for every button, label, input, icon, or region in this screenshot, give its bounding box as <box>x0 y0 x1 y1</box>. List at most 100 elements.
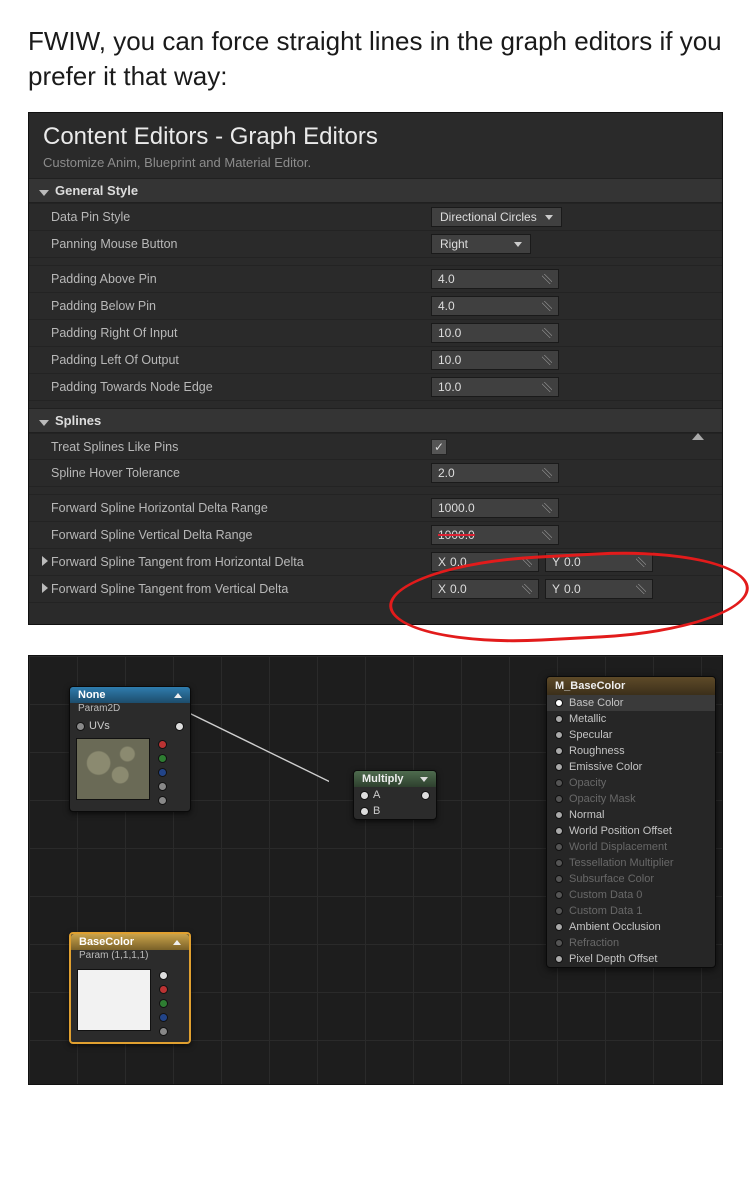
pin-icon[interactable] <box>555 891 563 899</box>
pin-label: Emissive Color <box>569 761 642 773</box>
output-pin-row[interactable]: Custom Data 0 <box>547 887 715 903</box>
pin-b-icon[interactable] <box>360 807 369 816</box>
spinner-value: 10.0 <box>438 353 461 367</box>
pin-rgba-icon[interactable] <box>158 796 167 805</box>
pin-a-icon[interactable] <box>159 1027 168 1036</box>
pin-icon[interactable] <box>555 699 563 707</box>
spinner-pad-left[interactable]: 10.0 <box>431 350 559 370</box>
spinner-hover-tol[interactable]: 2.0 <box>431 463 559 483</box>
label-fwd-v-range: Forward Spline Vertical Delta Range <box>51 528 431 542</box>
output-pin-row[interactable]: World Position Offset <box>547 823 715 839</box>
output-pin-row[interactable]: Metallic <box>547 711 715 727</box>
output-pin-row[interactable]: Emissive Color <box>547 759 715 775</box>
triangle-up-icon[interactable] <box>173 940 181 945</box>
spinner-fwd-tan-v-y[interactable]: Y0.0 <box>545 579 653 599</box>
spinner-fwd-v-range[interactable]: 1000.0 <box>431 525 559 545</box>
pin-a-icon[interactable] <box>158 782 167 791</box>
triangle-down-icon <box>39 413 49 428</box>
pin-label: Custom Data 1 <box>569 905 642 917</box>
output-pin-row[interactable]: Roughness <box>547 743 715 759</box>
material-graph[interactable]: None Param2D UVs <box>28 655 723 1085</box>
spinner-fwd-tan-h-y[interactable]: Y0.0 <box>545 552 653 572</box>
output-pin-row[interactable]: Pixel Depth Offset <box>547 951 715 967</box>
pin-icon[interactable] <box>555 827 563 835</box>
output-pin-row[interactable]: Subsurface Color <box>547 871 715 887</box>
pin-icon[interactable] <box>555 795 563 803</box>
spinner-fwd-h-range[interactable]: 1000.0 <box>431 498 559 518</box>
checkbox-treat-pins[interactable]: ✓ <box>431 439 447 455</box>
node-title: Multiply <box>362 773 404 785</box>
pin-a-icon[interactable] <box>360 791 369 800</box>
output-pin-row[interactable]: Tessellation Multiplier <box>547 855 715 871</box>
pin-icon[interactable] <box>555 907 563 915</box>
node-base-color-param[interactable]: BaseColor Param (1,1,1,1) <box>69 932 191 1044</box>
pin-b-icon[interactable] <box>159 1013 168 1022</box>
label-pad-edge: Padding Towards Node Edge <box>51 380 431 394</box>
pin-g-icon[interactable] <box>158 754 167 763</box>
pin-icon[interactable] <box>555 715 563 723</box>
node-material-output[interactable]: M_BaseColor Base ColorMetallicSpecularRo… <box>546 676 716 968</box>
spinner-value: 0.0 <box>450 582 467 596</box>
spinner-fwd-tan-h-x[interactable]: X0.0 <box>431 552 539 572</box>
spinner-fwd-tan-v-x[interactable]: X0.0 <box>431 579 539 599</box>
pin-out-icon[interactable] <box>175 722 184 731</box>
output-pin-row[interactable]: Custom Data 1 <box>547 903 715 919</box>
output-pin-row[interactable]: World Displacement <box>547 839 715 855</box>
pin-b-icon[interactable] <box>158 768 167 777</box>
triangle-down-icon[interactable] <box>420 777 428 782</box>
grip-icon <box>522 584 532 594</box>
pin-r-icon[interactable] <box>158 740 167 749</box>
pin-icon[interactable] <box>555 859 563 867</box>
pin-icon[interactable] <box>555 747 563 755</box>
pin-label: Pixel Depth Offset <box>569 953 657 965</box>
output-pin-row[interactable]: Normal <box>547 807 715 823</box>
pin-label: Metallic <box>569 713 606 725</box>
pin-out-icon[interactable] <box>159 971 168 980</box>
pin-r-icon[interactable] <box>159 985 168 994</box>
pin-icon[interactable] <box>555 731 563 739</box>
row-pad-right: Padding Right Of Input 10.0 <box>29 319 722 346</box>
pin-label: Refraction <box>569 937 619 949</box>
spinner-pad-below[interactable]: 4.0 <box>431 296 559 316</box>
pin-icon[interactable] <box>555 843 563 851</box>
spinner-pad-above[interactable]: 4.0 <box>431 269 559 289</box>
pin-icon[interactable] <box>555 923 563 931</box>
pin-icon[interactable] <box>555 779 563 787</box>
pin-out-icon[interactable] <box>421 791 430 800</box>
pin-icon[interactable] <box>555 763 563 771</box>
triangle-right-icon[interactable] <box>39 555 49 569</box>
node-texture-sample[interactable]: None Param2D UVs <box>69 686 191 812</box>
grip-icon <box>542 503 552 513</box>
node-subtitle: Param2D <box>70 703 190 718</box>
triangle-right-icon[interactable] <box>39 582 49 596</box>
pin-icon[interactable] <box>555 811 563 819</box>
pin-icon[interactable] <box>555 939 563 947</box>
output-pin-row[interactable]: Specular <box>547 727 715 743</box>
section-splines[interactable]: Splines <box>29 408 722 433</box>
output-pin-row[interactable]: Refraction <box>547 935 715 951</box>
row-pad-left: Padding Left Of Output 10.0 <box>29 346 722 373</box>
pin-icon[interactable] <box>555 875 563 883</box>
dropdown-data-pin-style[interactable]: Directional Circles <box>431 207 562 227</box>
row-treat-pins: Treat Splines Like Pins ✓ <box>29 433 722 459</box>
row-fwd-tan-v: Forward Spline Tangent from Vertical Del… <box>29 575 722 602</box>
triangle-up-icon[interactable] <box>174 693 182 698</box>
spinner-pad-edge[interactable]: 10.0 <box>431 377 559 397</box>
pin-label: Tessellation Multiplier <box>569 857 674 869</box>
row-fwd-v-range: Forward Spline Vertical Delta Range 1000… <box>29 521 722 548</box>
output-pin-row[interactable]: Opacity Mask <box>547 791 715 807</box>
output-pin-row[interactable]: Ambient Occlusion <box>547 919 715 935</box>
triangle-up-icon[interactable] <box>692 433 704 440</box>
node-multiply[interactable]: Multiply A B <box>353 770 437 820</box>
spinner-pad-right[interactable]: 10.0 <box>431 323 559 343</box>
output-pin-row[interactable]: Opacity <box>547 775 715 791</box>
section-general-style[interactable]: General Style <box>29 178 722 203</box>
pin-icon[interactable] <box>555 955 563 963</box>
pin-icon[interactable] <box>76 722 85 731</box>
dropdown-panning-mouse[interactable]: Right <box>431 234 531 254</box>
spinner-value: 0.0 <box>564 582 581 596</box>
output-pin-row[interactable]: Base Color <box>547 695 715 711</box>
label-fwd-h-range: Forward Spline Horizontal Delta Range <box>51 501 431 515</box>
pin-g-icon[interactable] <box>159 999 168 1008</box>
pin-label-uvs: UVs <box>89 720 110 732</box>
